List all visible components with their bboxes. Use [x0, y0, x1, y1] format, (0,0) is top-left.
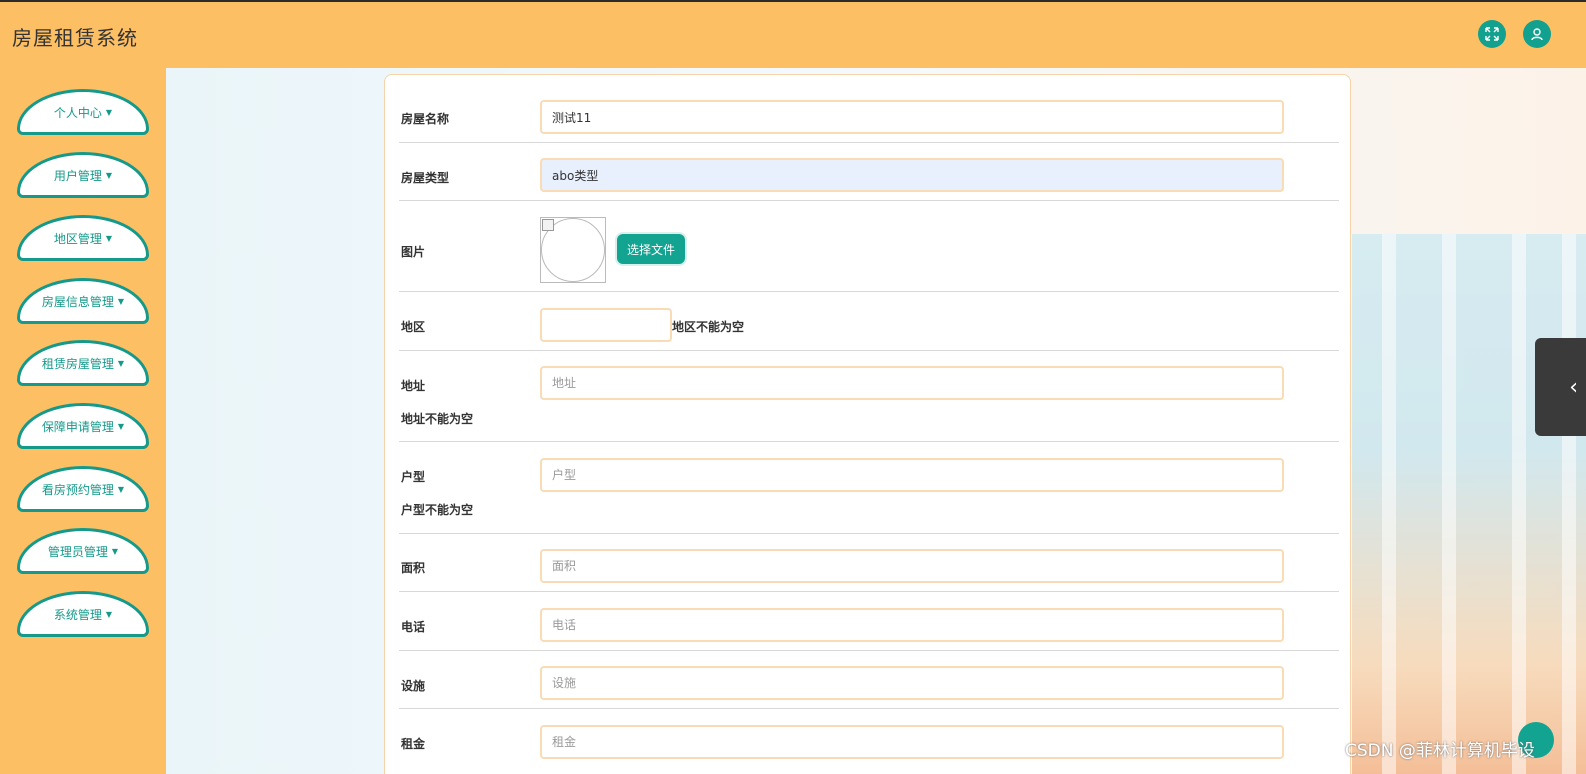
sidebar-item-rental-house[interactable]: 租赁房屋管理 ▼: [17, 340, 149, 386]
house-form-card: 房屋名称 房屋类型 图片 选择文件 地区 地区不能为空 地址 地址不能为空 户型…: [384, 74, 1351, 774]
sidebar-item-admin-management[interactable]: 管理员管理 ▼: [17, 528, 149, 574]
sidebar-item-user-management[interactable]: 用户管理 ▼: [17, 152, 149, 198]
caret-down-icon: ▼: [117, 296, 125, 306]
sidebar-item-label: 用户管理: [53, 168, 102, 183]
user-icon: [1531, 28, 1543, 41]
layout-input[interactable]: [540, 458, 1284, 492]
sidebar-item-personal-center[interactable]: 个人中心 ▼: [17, 89, 149, 135]
sidebar-item-label: 系统管理: [53, 607, 102, 622]
house-name-label: 房屋名称: [401, 112, 450, 126]
fullscreen-button[interactable]: [1478, 20, 1506, 48]
address-error: 地址不能为空: [401, 412, 474, 426]
sidebar-item-house-info[interactable]: 房屋信息管理 ▼: [17, 278, 149, 324]
sidebar-item-viewing-appointment[interactable]: 看房预约管理 ▼: [17, 466, 149, 512]
sidebar-item-label: 租赁房屋管理: [41, 356, 114, 371]
sidebar: 个人中心 ▼ 用户管理 ▼ 地区管理 ▼ 房屋信息管理 ▼ 租赁房屋管理 ▼ 保障申请管理…: [0, 68, 166, 774]
form-row-region: 地区 地区不能为空: [399, 292, 1339, 351]
form-row-phone: 电话: [399, 592, 1339, 651]
sidebar-item-label: 房屋信息管理: [41, 294, 114, 309]
form-row-address: 地址 地址不能为空: [399, 351, 1339, 442]
collapse-side-panel[interactable]: ‹: [1535, 338, 1586, 436]
layout-error: 户型不能为空: [401, 503, 474, 517]
picture-preview: [540, 217, 606, 283]
house-name-input[interactable]: [540, 100, 1284, 134]
region-label: 地区: [401, 320, 426, 334]
form-row-layout: 户型 户型不能为空: [399, 442, 1339, 534]
sidebar-item-region-management[interactable]: 地区管理 ▼: [17, 215, 149, 261]
form-row-picture: 图片 选择文件: [399, 201, 1339, 292]
picture-label: 图片: [401, 245, 426, 259]
expand-icon: [1485, 27, 1499, 41]
chevron-left-icon: ‹: [1569, 374, 1578, 400]
form-row-house-name: 房屋名称: [399, 75, 1339, 143]
sidebar-item-label: 保障申请管理: [41, 419, 114, 434]
sidebar-item-label: 管理员管理: [47, 544, 108, 559]
background-illustration: [1352, 234, 1586, 774]
user-button[interactable]: [1523, 20, 1551, 48]
house-type-input[interactable]: [540, 158, 1284, 192]
house-type-label: 房屋类型: [401, 171, 450, 185]
phone-label: 电话: [401, 620, 426, 634]
rent-input[interactable]: [540, 725, 1284, 759]
form-row-facilities: 设施: [399, 651, 1339, 709]
form-row-rent: 租金: [399, 709, 1339, 774]
caret-down-icon: ▼: [105, 107, 113, 117]
app-title: 房屋租赁系统: [12, 26, 138, 50]
area-label: 面积: [401, 561, 426, 575]
caret-down-icon: ▼: [117, 358, 125, 368]
sidebar-item-label: 地区管理: [53, 231, 102, 246]
region-select[interactable]: [540, 308, 672, 342]
watermark: CSDN @菲林计算机毕设: [1345, 741, 1535, 761]
form-row-house-type: 房屋类型: [399, 143, 1339, 201]
caret-down-icon: ▼: [105, 233, 113, 243]
form-row-area: 面积: [399, 534, 1339, 592]
address-label: 地址: [401, 379, 426, 393]
facilities-input[interactable]: [540, 666, 1284, 700]
area-input[interactable]: [540, 549, 1284, 583]
caret-down-icon: ▼: [111, 546, 119, 556]
sidebar-item-system-management[interactable]: 系统管理 ▼: [17, 591, 149, 637]
facilities-label: 设施: [401, 679, 426, 693]
sidebar-item-guarantee-application[interactable]: 保障申请管理 ▼: [17, 403, 149, 449]
sidebar-item-label: 看房预约管理: [41, 482, 114, 497]
caret-down-icon: ▼: [117, 484, 125, 494]
address-input[interactable]: [540, 366, 1284, 400]
phone-input[interactable]: [540, 608, 1284, 642]
caret-down-icon: ▼: [105, 609, 113, 619]
top-header: 房屋租赁系统: [0, 0, 1586, 68]
caret-down-icon: ▼: [117, 421, 125, 431]
caret-down-icon: ▼: [105, 170, 113, 180]
layout-label: 户型: [401, 470, 426, 484]
choose-file-button[interactable]: 选择文件: [617, 234, 685, 264]
sidebar-item-label: 个人中心: [53, 105, 102, 120]
broken-image-icon: [542, 219, 554, 231]
region-error: 地区不能为空: [672, 320, 745, 334]
rent-label: 租金: [401, 737, 426, 751]
